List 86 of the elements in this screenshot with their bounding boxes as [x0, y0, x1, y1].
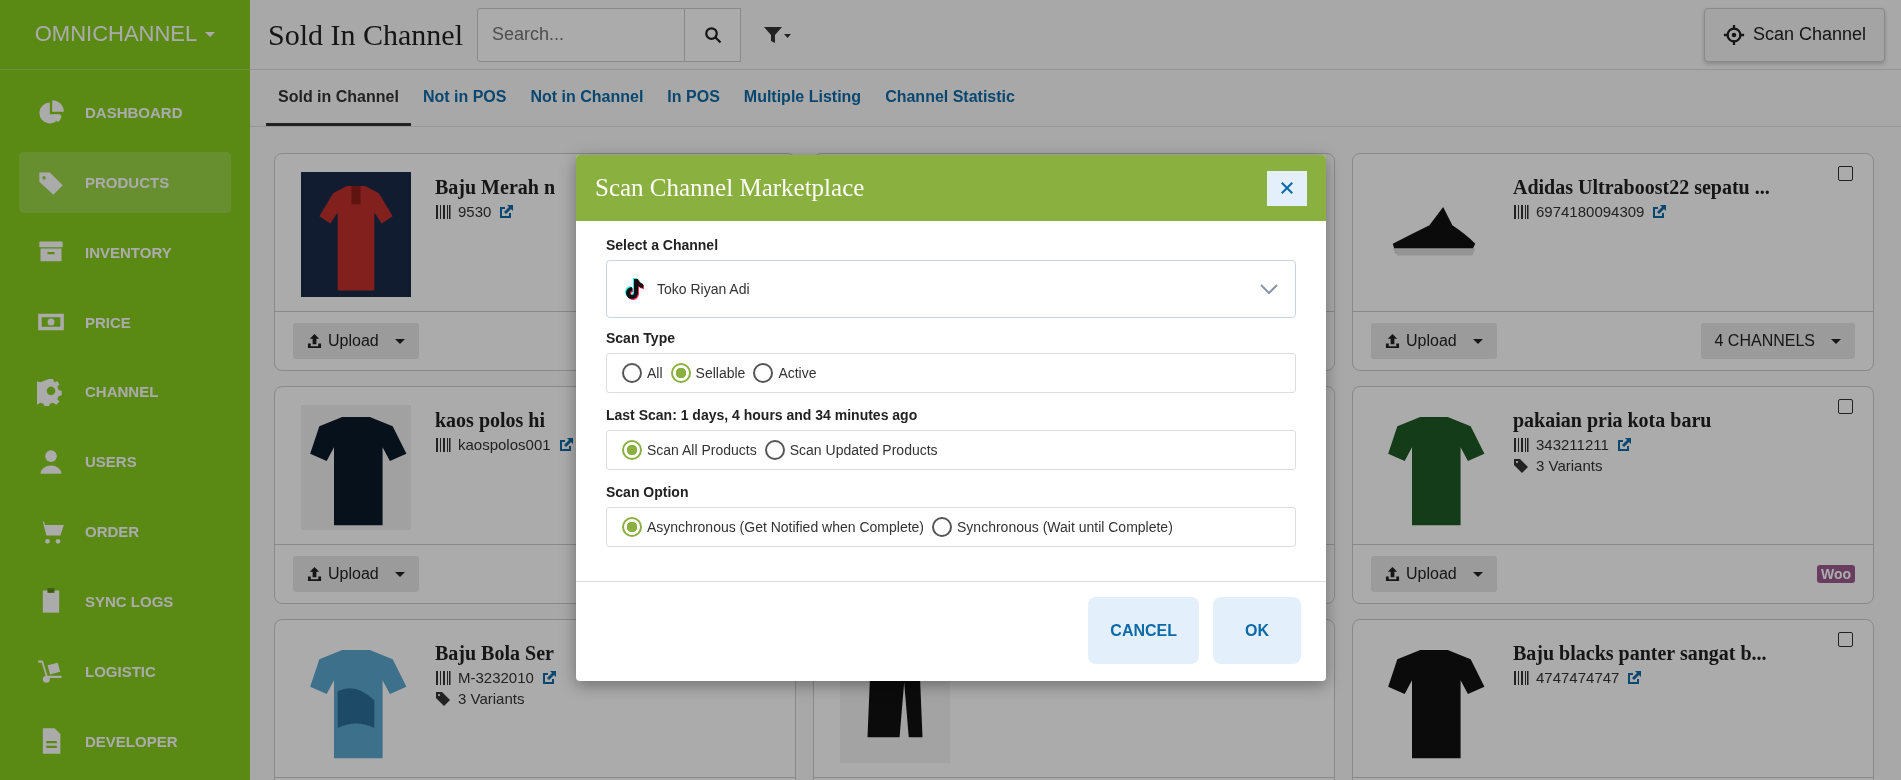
- upload-icon: [1385, 333, 1400, 349]
- upload-icon: [307, 333, 322, 349]
- ok-button[interactable]: OK: [1213, 597, 1301, 664]
- radio-option[interactable]: Active: [753, 363, 817, 383]
- upload-icon: [307, 566, 322, 582]
- radio-option[interactable]: Synchronous (Wait until Complete): [932, 517, 1173, 537]
- barcode-icon: [435, 437, 451, 452]
- product-title[interactable]: Baju Bola Ser: [435, 642, 557, 665]
- close-button[interactable]: [1267, 170, 1307, 206]
- tab[interactable]: Not in Channel: [518, 70, 656, 126]
- channel-select[interactable]: Toko Riyan Adi: [606, 260, 1296, 318]
- barcode-icon: [1513, 670, 1529, 685]
- barcode-icon: [435, 204, 451, 219]
- field-label: Scan Option: [606, 484, 690, 500]
- checkbox[interactable]: [1838, 399, 1853, 414]
- radio-button[interactable]: [622, 363, 642, 383]
- variants-text: 3 Variants: [458, 690, 525, 707]
- tab[interactable]: In POS: [655, 70, 732, 126]
- caret-icon: [1831, 338, 1841, 344]
- sku-text: 9530: [458, 203, 492, 220]
- sku-text: 6974180094309: [1536, 203, 1645, 220]
- upload-button[interactable]: Upload: [1371, 556, 1497, 592]
- caret-icon: [394, 571, 405, 577]
- tab[interactable]: Not in POS: [410, 70, 519, 126]
- filter-icon[interactable]: [763, 24, 791, 45]
- product-title[interactable]: Baju Merah n: [435, 176, 555, 199]
- tab[interactable]: Sold in Channel: [266, 70, 411, 126]
- radio-button[interactable]: [670, 363, 691, 383]
- page-title: Sold In Channel: [268, 17, 463, 52]
- radio-option[interactable]: All: [622, 363, 663, 383]
- chevron-down-icon: [1259, 283, 1279, 295]
- caret-icon: [1472, 338, 1483, 344]
- external-link-icon[interactable]: [1651, 203, 1668, 220]
- sku-text: 4747474747: [1536, 669, 1620, 686]
- radio-option[interactable]: Scan All Products: [622, 440, 757, 460]
- upload-button[interactable]: Upload: [293, 556, 419, 592]
- radio-button[interactable]: [764, 440, 785, 460]
- radio-option[interactable]: Asynchronous (Get Notified when Complete): [622, 517, 925, 537]
- search-field[interactable]: Search...: [477, 7, 685, 62]
- tag-icon: [1513, 457, 1529, 474]
- field-label: Scan Type: [606, 330, 676, 346]
- external-link-icon[interactable]: [1615, 436, 1632, 453]
- external-link-icon[interactable]: [498, 203, 515, 220]
- radio-option[interactable]: Scan Updated Products: [764, 440, 938, 460]
- checkbox[interactable]: [1838, 632, 1853, 647]
- product-title[interactable]: Baju blacks panter sangat b...: [1513, 642, 1767, 665]
- sku-text: M-3232010: [458, 669, 534, 686]
- cancel-button[interactable]: CANCEL: [1088, 597, 1199, 664]
- upload-button[interactable]: Upload: [293, 323, 419, 359]
- field-label: Last Scan: 1 days, 4 hours and 34 minutes ago: [606, 407, 919, 423]
- caret-icon: [205, 31, 216, 37]
- crosshair-icon: [1722, 23, 1745, 46]
- variants-text: 3 Variants: [1536, 457, 1603, 474]
- checkbox[interactable]: [1838, 166, 1853, 181]
- tab[interactable]: Channel Statistic: [873, 70, 1027, 126]
- barcode-icon: [435, 670, 451, 685]
- product-title[interactable]: pakaian pria kota baru: [1513, 409, 1712, 432]
- barcode-icon: [1513, 437, 1529, 452]
- product-title[interactable]: Adidas Ultraboost22 sepatu ...: [1513, 176, 1770, 199]
- dialog-title: Scan Channel Marketplace: [595, 174, 866, 202]
- gear-icon: [37, 377, 65, 406]
- sku-text: 343211211: [1536, 436, 1609, 453]
- tag-icon: [435, 690, 451, 707]
- upload-icon: [1385, 566, 1400, 582]
- radio-option[interactable]: Sellable: [670, 363, 746, 383]
- scan-channel-button[interactable]: Scan Channel: [1703, 7, 1885, 62]
- search-icon: [703, 25, 722, 44]
- barcode-icon: [1513, 204, 1529, 219]
- field-label: Select a Channel: [606, 237, 720, 253]
- radio-button[interactable]: [622, 517, 642, 537]
- caret-icon: [1472, 571, 1483, 577]
- product-title[interactable]: kaos polos hi: [435, 409, 574, 432]
- radio-button[interactable]: [932, 517, 953, 537]
- sku-text: kaospolos001: [458, 436, 551, 453]
- external-link-icon[interactable]: [540, 669, 557, 686]
- caret-icon: [394, 338, 405, 344]
- channels-dropdown[interactable]: 4 CHANNELS: [1700, 323, 1855, 359]
- external-link-icon[interactable]: [1626, 669, 1643, 686]
- upload-button[interactable]: Upload: [1371, 323, 1497, 359]
- radio-button[interactable]: [753, 363, 774, 383]
- close-icon: [1280, 181, 1294, 195]
- search-button[interactable]: [685, 7, 741, 62]
- tab[interactable]: Multiple Listing: [731, 70, 874, 126]
- external-link-icon[interactable]: [557, 436, 574, 453]
- store-logo: Woo: [1816, 565, 1855, 583]
- radio-button[interactable]: [622, 440, 642, 460]
